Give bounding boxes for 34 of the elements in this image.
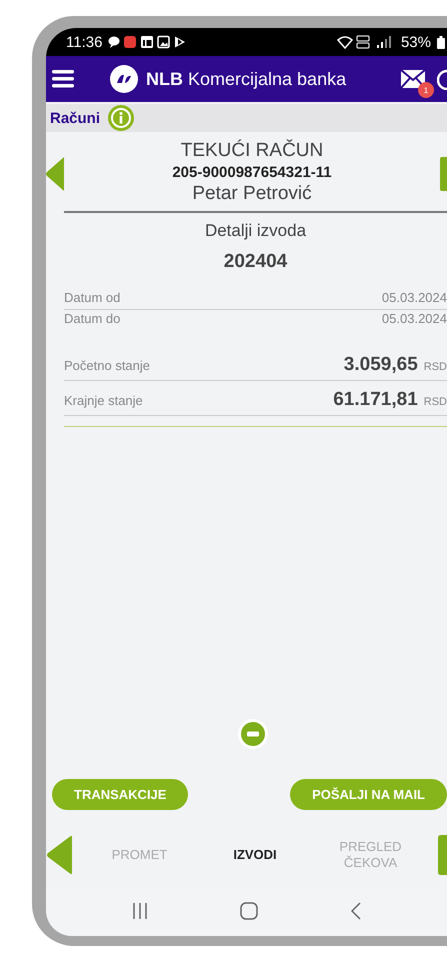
status-time: 11:36 [66,34,102,50]
date-value: 05.03.2024 [382,311,447,326]
balance-label: Početno stanje [64,358,150,373]
recent-apps-icon[interactable] [132,902,148,920]
statement-heading: Detalji izvoda [204,221,308,241]
unread-badge: 1 [418,82,434,98]
bank-name: NLB Komercijalna banka [146,68,346,90]
balance-amount: 61.171,81 [333,389,418,411]
battery-percent: 53% [400,34,431,50]
currency-label: RSD [424,361,447,373]
logo-icon [110,65,138,93]
balance-label: Krajnje stanje [64,393,143,408]
tab[interactable]: IZVODI [207,846,303,864]
date-label: Datum od [64,290,120,305]
tab[interactable]: PREGLED ČEKOVA [322,838,418,872]
action-button[interactable]: TRANSAKCIJE [52,779,188,810]
tab[interactable]: PROMET [92,846,188,864]
account-type: TEKUĆI RAČUN [180,140,324,162]
home-icon[interactable] [240,902,258,920]
account-owner: Petar Petrović [191,183,313,205]
statement-number: 202404 [222,251,288,273]
date-label: Datum do [64,311,120,326]
section-title: Računi [50,110,100,126]
battery-icon [437,36,445,48]
currency-label: RSD [424,396,447,408]
date-value: 05.03.2024 [382,290,447,305]
power-icon[interactable] [437,68,447,90]
mail-icon[interactable] [401,70,425,88]
menu-icon[interactable] [52,70,74,88]
back-icon[interactable] [350,902,361,920]
account-number: 205-9000987654321-11 [172,164,332,181]
collapse-icon[interactable] [238,719,268,749]
balance-amount: 3.059,65 [344,354,418,376]
action-button[interactable]: POŠALJI NA MAIL [290,779,447,810]
